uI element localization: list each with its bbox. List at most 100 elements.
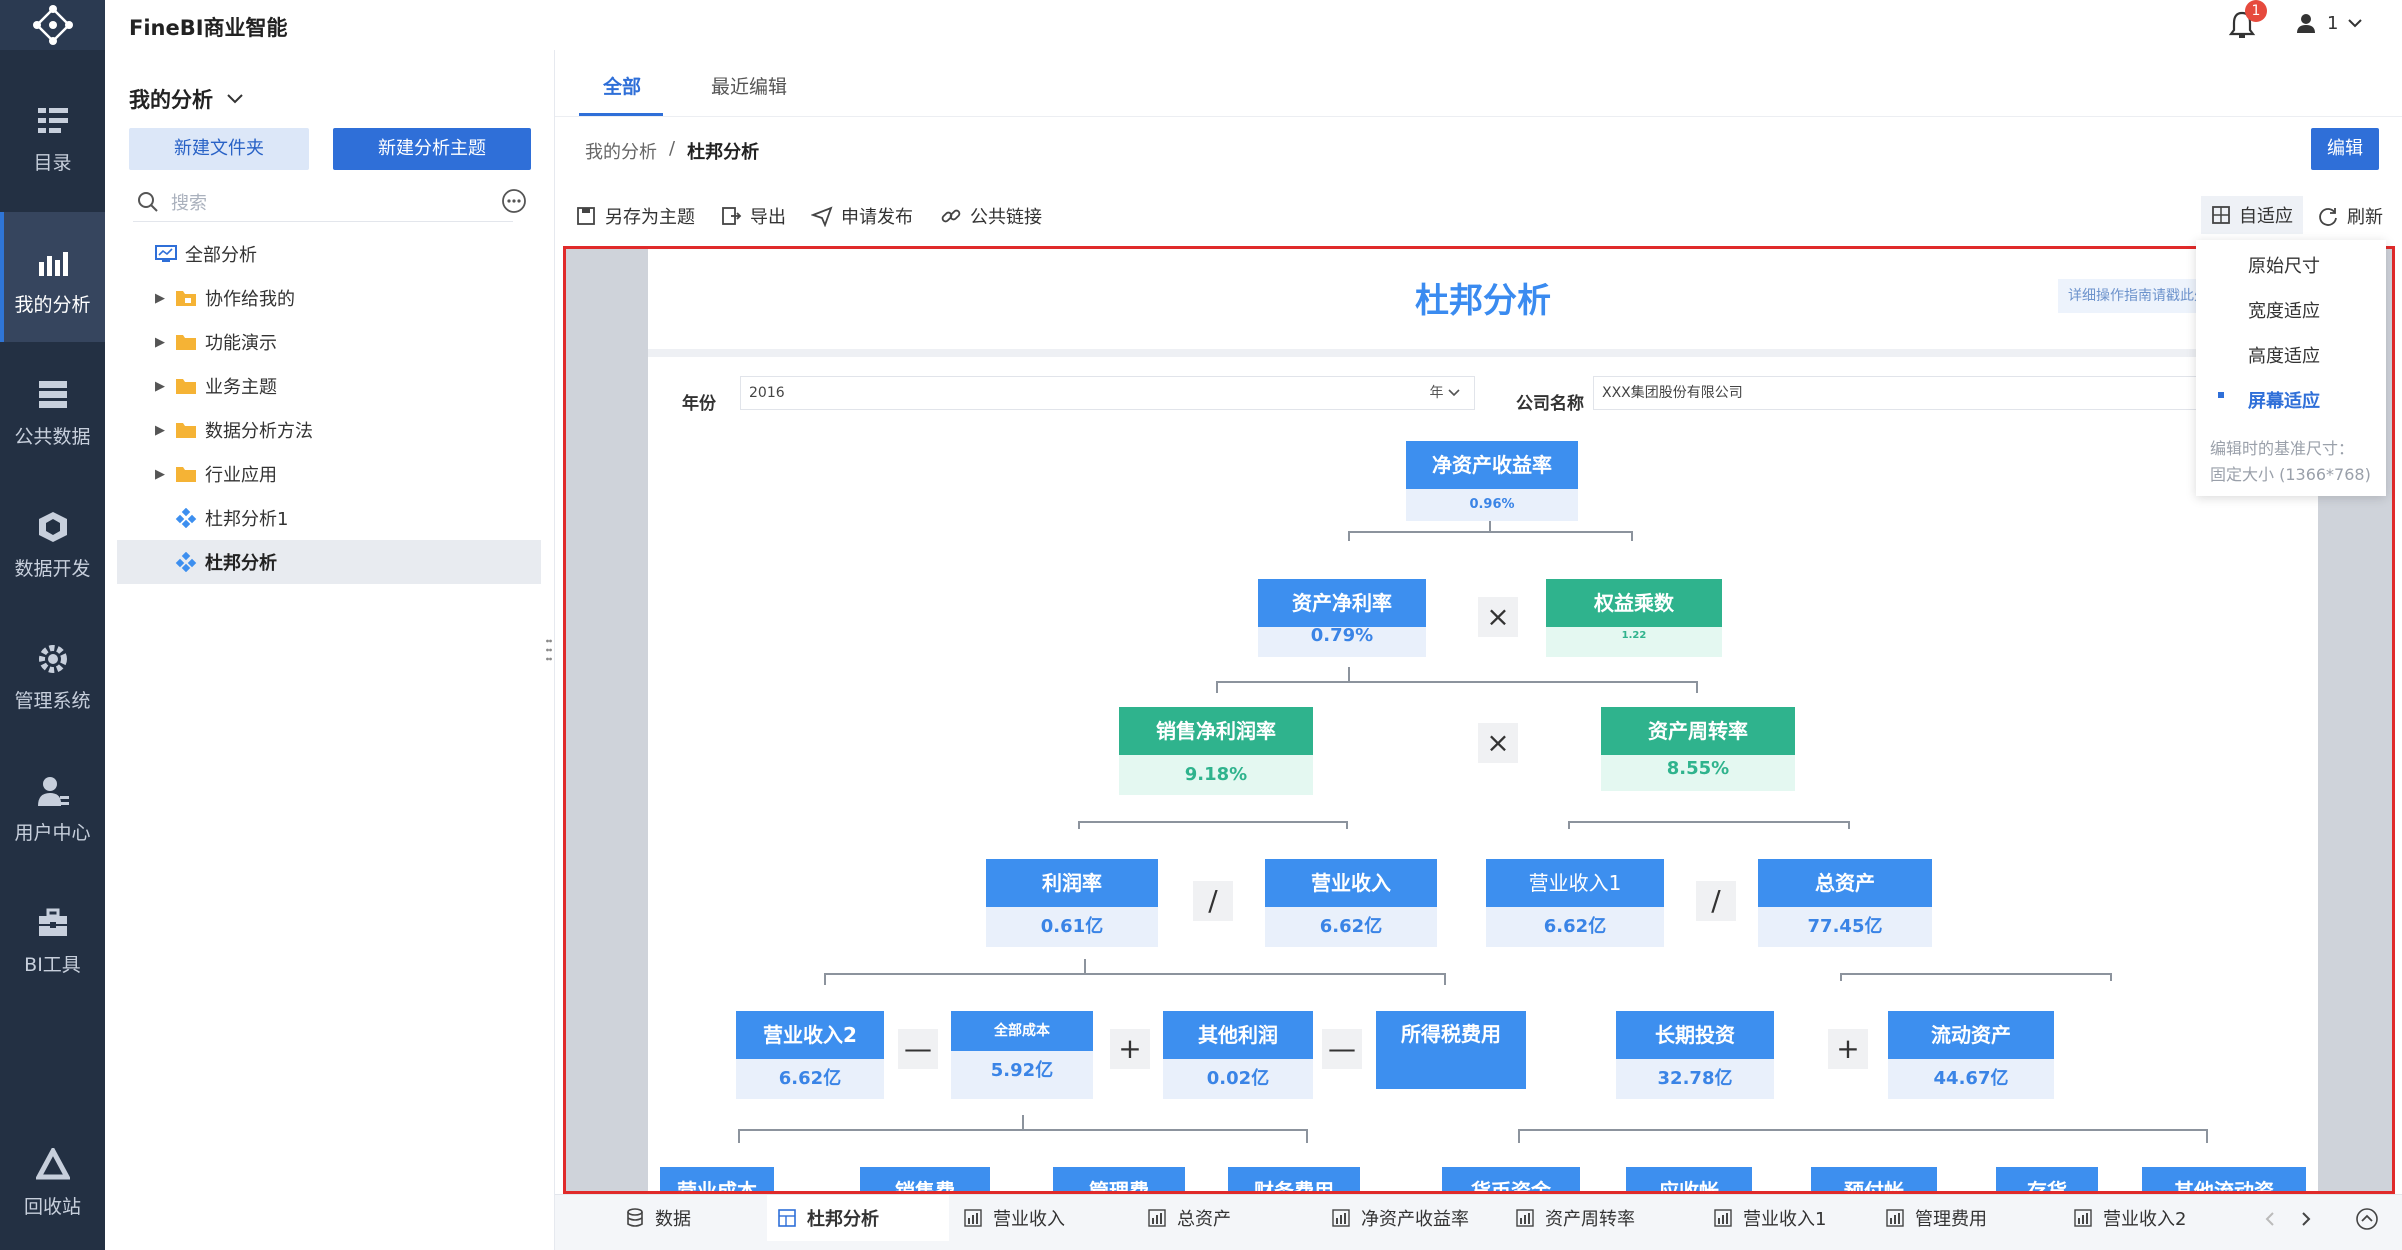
- rail-item-bi-tools[interactable]: BI工具: [0, 872, 105, 1002]
- node-prepayments[interactable]: 预付帐: [1811, 1167, 1937, 1191]
- year-select[interactable]: 2016 年: [740, 376, 1475, 410]
- scroll-right-icon[interactable]: [2299, 1211, 2313, 1227]
- bottom-tab-revenue2[interactable]: 营业收入2: [2063, 1195, 2196, 1241]
- rail-label: 公共数据: [14, 426, 91, 448]
- sidebar-title-text: 我的分析: [129, 88, 213, 112]
- bottom-tab-asset-turnover[interactable]: 资产周转率: [1505, 1195, 1645, 1241]
- rail-item-catalog[interactable]: 目录: [0, 70, 105, 200]
- bottom-tab-label: 资产周转率: [1545, 1209, 1635, 1230]
- breadcrumb-root[interactable]: 我的分析: [585, 138, 657, 164]
- caret-right-icon[interactable]: ▶: [155, 423, 175, 438]
- caret-right-icon[interactable]: ▶: [155, 335, 175, 350]
- menu-item-screen-fit[interactable]: 屏幕适应: [2248, 387, 2320, 413]
- node-long-term-investment[interactable]: 长期投资 32.78亿: [1616, 1011, 1774, 1099]
- tree-item-business[interactable]: ▶ 业务主题: [117, 364, 541, 408]
- node-admin-expense[interactable]: 管理费: [1053, 1167, 1185, 1191]
- node-inventory[interactable]: 存货: [1996, 1167, 2098, 1191]
- refresh-button[interactable]: 刷新: [2317, 200, 2383, 232]
- rail-item-recycle[interactable]: 回收站: [0, 1114, 105, 1244]
- more-icon[interactable]: [501, 188, 527, 214]
- dashboard: 杜邦分析 详细操作指南请戳此处 年份 2016 年 公司名称 XXX集团股份有限…: [648, 249, 2318, 1191]
- tree-item-industry[interactable]: ▶ 行业应用: [117, 452, 541, 496]
- rail-item-user-center[interactable]: 用户中心: [0, 740, 105, 870]
- edit-button[interactable]: 编辑: [2311, 128, 2379, 170]
- bottom-tab-admin-expense[interactable]: 管理费用: [1875, 1195, 1997, 1241]
- menu-item-original[interactable]: 原始尺寸: [2248, 252, 2320, 278]
- bottom-tab-roe[interactable]: 净资产收益率: [1321, 1195, 1479, 1241]
- node-title: 其他流动资: [2142, 1167, 2306, 1191]
- node-total-assets[interactable]: 总资产 77.45亿: [1758, 859, 1932, 947]
- tree-item-dupont[interactable]: 杜邦分析: [117, 540, 541, 584]
- tab-recent[interactable]: 最近编辑: [711, 72, 787, 99]
- toolbar-label: 公共链接: [970, 207, 1042, 228]
- tree-item-dupont1[interactable]: 杜邦分析1: [117, 496, 541, 540]
- resize-handle-icon[interactable]: [546, 638, 552, 662]
- node-other-profit[interactable]: 其他利润 0.02亿: [1163, 1011, 1313, 1099]
- node-net-profit-margin[interactable]: 销售净利润率 9.18%: [1119, 707, 1313, 795]
- node-selling-expense[interactable]: 销售费: [860, 1167, 990, 1191]
- menu-item-height-fit[interactable]: 高度适应: [2248, 342, 2320, 368]
- bottom-tab-total-assets[interactable]: 总资产: [1137, 1195, 1241, 1241]
- tree-item-demo[interactable]: ▶ 功能演示: [117, 320, 541, 364]
- save-as-subject-button[interactable]: 另存为主题: [575, 200, 695, 232]
- bottom-tab-revenue[interactable]: 营业收入: [953, 1195, 1075, 1241]
- node-value: 32.78亿: [1616, 1059, 1774, 1099]
- node-income-tax[interactable]: 所得税费用: [1376, 1011, 1526, 1089]
- chevron-down-icon: [2348, 19, 2363, 28]
- bottom-tab-dupont[interactable]: 杜邦分析: [767, 1195, 949, 1241]
- bottom-tab-label: 总资产: [1177, 1209, 1231, 1230]
- scroll-left-icon[interactable]: [2263, 1211, 2277, 1227]
- bottom-tab-label: 管理费用: [1915, 1209, 1987, 1230]
- user-avatar-icon: [2297, 14, 2315, 33]
- tree-item-shared[interactable]: ▶ 协作给我的: [117, 276, 541, 320]
- rail-item-public-data[interactable]: 公共数据: [0, 344, 105, 474]
- node-revenue[interactable]: 营业收入 6.62亿: [1265, 859, 1437, 947]
- plus-operator: +: [1110, 1029, 1150, 1069]
- collapse-up-icon[interactable]: [2355, 1207, 2379, 1231]
- caret-right-icon[interactable]: ▶: [155, 467, 175, 482]
- menu-item-width-fit[interactable]: 宽度适应: [2248, 297, 2320, 323]
- node-value: 0.79%: [1258, 627, 1426, 657]
- rail-item-my-analysis[interactable]: 我的分析: [0, 212, 105, 342]
- publish-request-button[interactable]: 申请发布: [811, 200, 913, 232]
- node-cash[interactable]: 货币资金: [1442, 1167, 1580, 1191]
- dashboard-icon: [778, 1209, 796, 1227]
- rail-label: 目录: [33, 152, 72, 174]
- tree-item-all[interactable]: 全部分析: [117, 232, 541, 276]
- export-button[interactable]: 导出: [720, 200, 786, 232]
- save-icon: [577, 207, 595, 225]
- bottom-tab-revenue1[interactable]: 营业收入1: [1703, 1195, 1836, 1241]
- folder-icon: [176, 335, 196, 350]
- node-roa[interactable]: 资产净利率 0.79%: [1258, 579, 1426, 657]
- node-roe[interactable]: 净资产收益率 0.96%: [1406, 441, 1578, 521]
- app-logo[interactable]: [0, 0, 105, 50]
- new-folder-button[interactable]: 新建文件夹: [129, 128, 309, 170]
- node-profit[interactable]: 利润率 0.61亿: [986, 859, 1158, 947]
- node-current-assets[interactable]: 流动资产 44.67亿: [1888, 1011, 2054, 1099]
- public-link-button[interactable]: 公共链接: [940, 200, 1042, 232]
- node-finance-expense[interactable]: 财务费用: [1228, 1167, 1360, 1191]
- node-operating-cost[interactable]: 营业成本: [660, 1167, 774, 1191]
- new-subject-button[interactable]: 新建分析主题: [333, 128, 531, 170]
- company-select[interactable]: XXX集团股份有限公司: [1593, 376, 2293, 410]
- node-asset-turnover[interactable]: 资产周转率 8.55%: [1601, 707, 1795, 791]
- node-revenue1[interactable]: 营业收入1 6.62亿: [1486, 859, 1664, 947]
- rail-item-admin[interactable]: 管理系统: [0, 608, 105, 738]
- node-total-cost[interactable]: 全部成本 5.92亿: [951, 1011, 1093, 1099]
- rail-item-data-dev[interactable]: 数据开发: [0, 476, 105, 606]
- caret-right-icon[interactable]: ▶: [155, 379, 175, 394]
- fit-mode-button[interactable]: 自适应: [2201, 196, 2303, 234]
- caret-right-icon[interactable]: ▶: [155, 291, 175, 306]
- node-revenue2[interactable]: 营业收入2 6.62亿: [736, 1011, 884, 1099]
- tab-all[interactable]: 全部: [603, 72, 641, 99]
- bottom-tab-label: 营业收入1: [1743, 1209, 1827, 1230]
- bottom-tab-data[interactable]: 数据: [615, 1195, 701, 1241]
- node-equity-multiplier[interactable]: 权益乘数 1.22: [1546, 579, 1722, 657]
- top-bar: FineBI商业智能 1 1: [105, 0, 2402, 50]
- tree-item-methods[interactable]: ▶ 数据分析方法: [117, 408, 541, 452]
- node-other-current-assets[interactable]: 其他流动资: [2142, 1167, 2306, 1191]
- sidebar-title[interactable]: 我的分析: [129, 84, 243, 114]
- node-receivables[interactable]: 应收帐: [1626, 1167, 1752, 1191]
- user-menu[interactable]: 1: [2295, 12, 2363, 34]
- search-input[interactable]: 搜索: [133, 182, 513, 222]
